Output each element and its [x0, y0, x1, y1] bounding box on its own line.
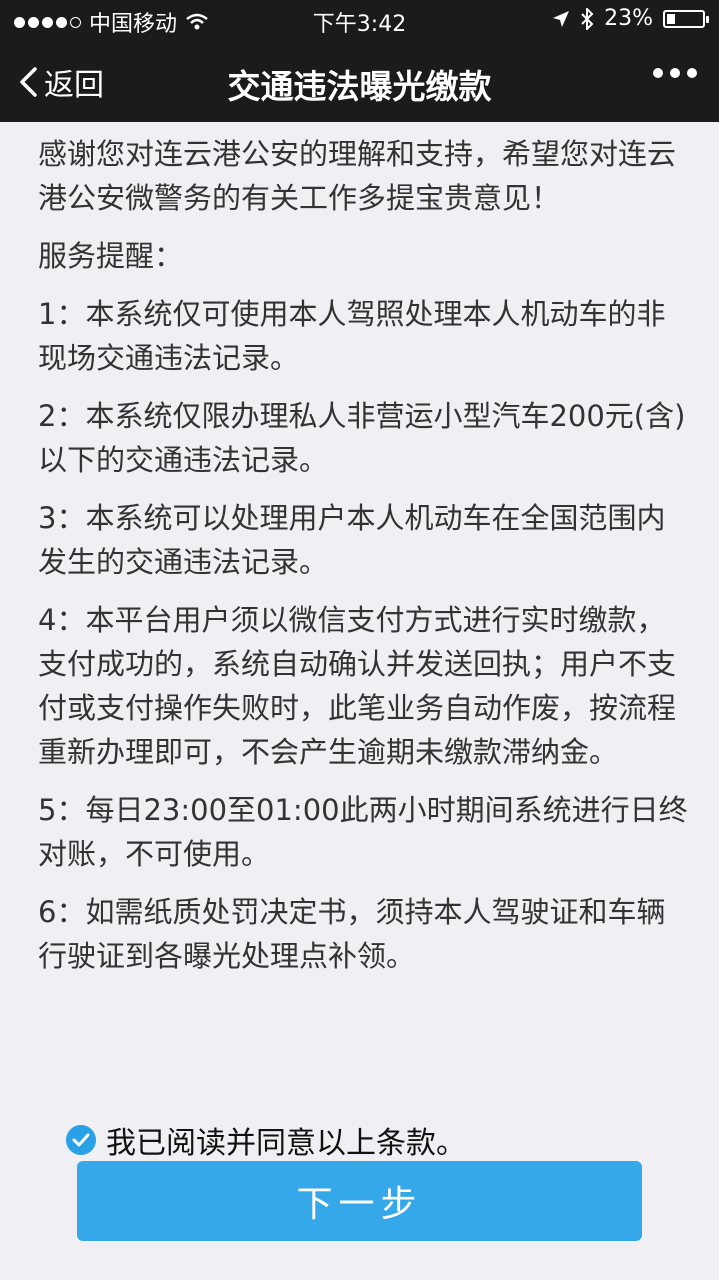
term-item-3: 3：本系统可以处理用户本人机动车在全国范围内发生的交通违法记录。	[38, 501, 666, 579]
nav-bar: 返回 交通违法曝光缴款	[0, 40, 719, 122]
terms-content: 感谢您对连云港公安的理解和支持，希望您对连云港公安微警务的有关工作多提宝贵意见！…	[38, 132, 688, 992]
more-dots-icon[interactable]	[653, 68, 697, 78]
agree-label: 我已阅读并同意以上条款。	[106, 1126, 466, 1161]
status-bar: 中国移动 下午3:42 23%	[0, 0, 719, 40]
reminder-title: 服务提醒：	[38, 239, 184, 273]
location-icon	[553, 10, 570, 27]
battery-icon	[663, 9, 709, 28]
term-item-5: 5：每日23:00至01:00此两小时期间系统进行日终对账，不可使用。	[38, 793, 688, 871]
term-item-6: 6：如需纸质处罚决定书，须持本人驾驶证和车辆行驶证到各曝光处理点补领。	[38, 895, 666, 973]
term-item-1: 1：本系统仅可使用本人驾照处理本人机动车的非现场交通违法记录。	[38, 297, 666, 375]
battery-level	[667, 13, 675, 24]
page-title: 交通违法曝光缴款	[227, 67, 492, 106]
agree-checkbox[interactable]: 我已阅读并同意以上条款。	[66, 1118, 466, 1162]
term-item-4: 4：本平台用户须以微信支付方式进行实时缴款，支付成功的，系统自动确认并发送回执；…	[38, 603, 677, 769]
status-right: 23%	[552, 6, 709, 31]
checkmark-icon	[66, 1125, 96, 1155]
battery-percent: 23%	[604, 6, 653, 31]
intro-text: 感谢您对连云港公安的理解和支持，希望您对连云港公安微警务的有关工作多提宝贵意见！	[38, 137, 677, 215]
bluetooth-icon	[581, 7, 594, 30]
term-item-2: 2：本系统仅限办理私人非营运小型汽车200元(含)以下的交通违法记录。	[38, 399, 686, 477]
next-step-button[interactable]: 下一步	[77, 1161, 642, 1241]
